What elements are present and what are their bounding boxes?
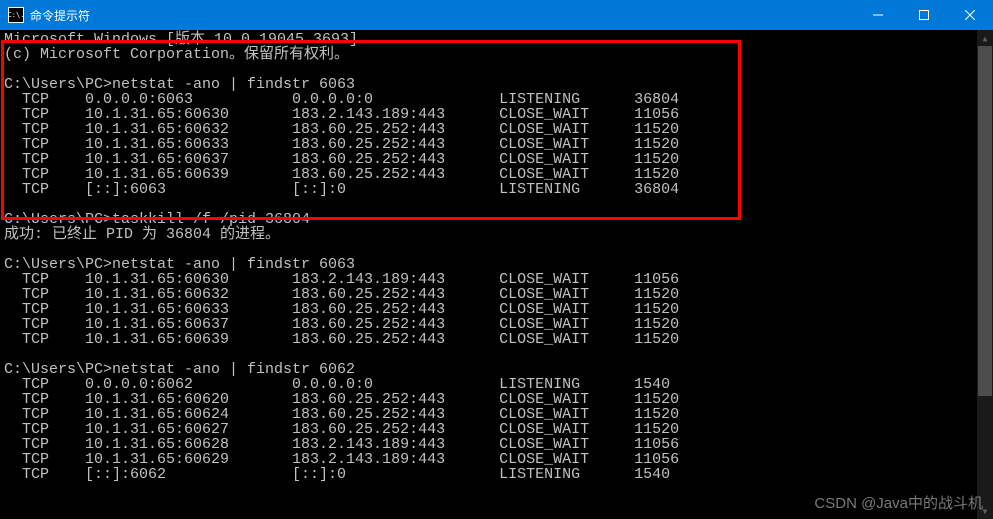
scrollbar-thumb[interactable] [978, 46, 992, 396]
window-title: 命令提示符 [30, 7, 855, 24]
window-controls [855, 0, 993, 30]
minimize-button[interactable] [855, 0, 901, 30]
scrollbar[interactable]: ▲ ▼ [977, 30, 993, 519]
cmd-icon: C:\. [8, 7, 24, 23]
maximize-button[interactable] [901, 0, 947, 30]
close-button[interactable] [947, 0, 993, 30]
scroll-down-button[interactable]: ▼ [977, 503, 993, 519]
titlebar[interactable]: C:\. 命令提示符 [0, 0, 993, 30]
scroll-up-button[interactable]: ▲ [977, 30, 993, 46]
terminal-output[interactable]: Microsoft Windows [版本 10.0.19045.3693] (… [0, 30, 993, 519]
